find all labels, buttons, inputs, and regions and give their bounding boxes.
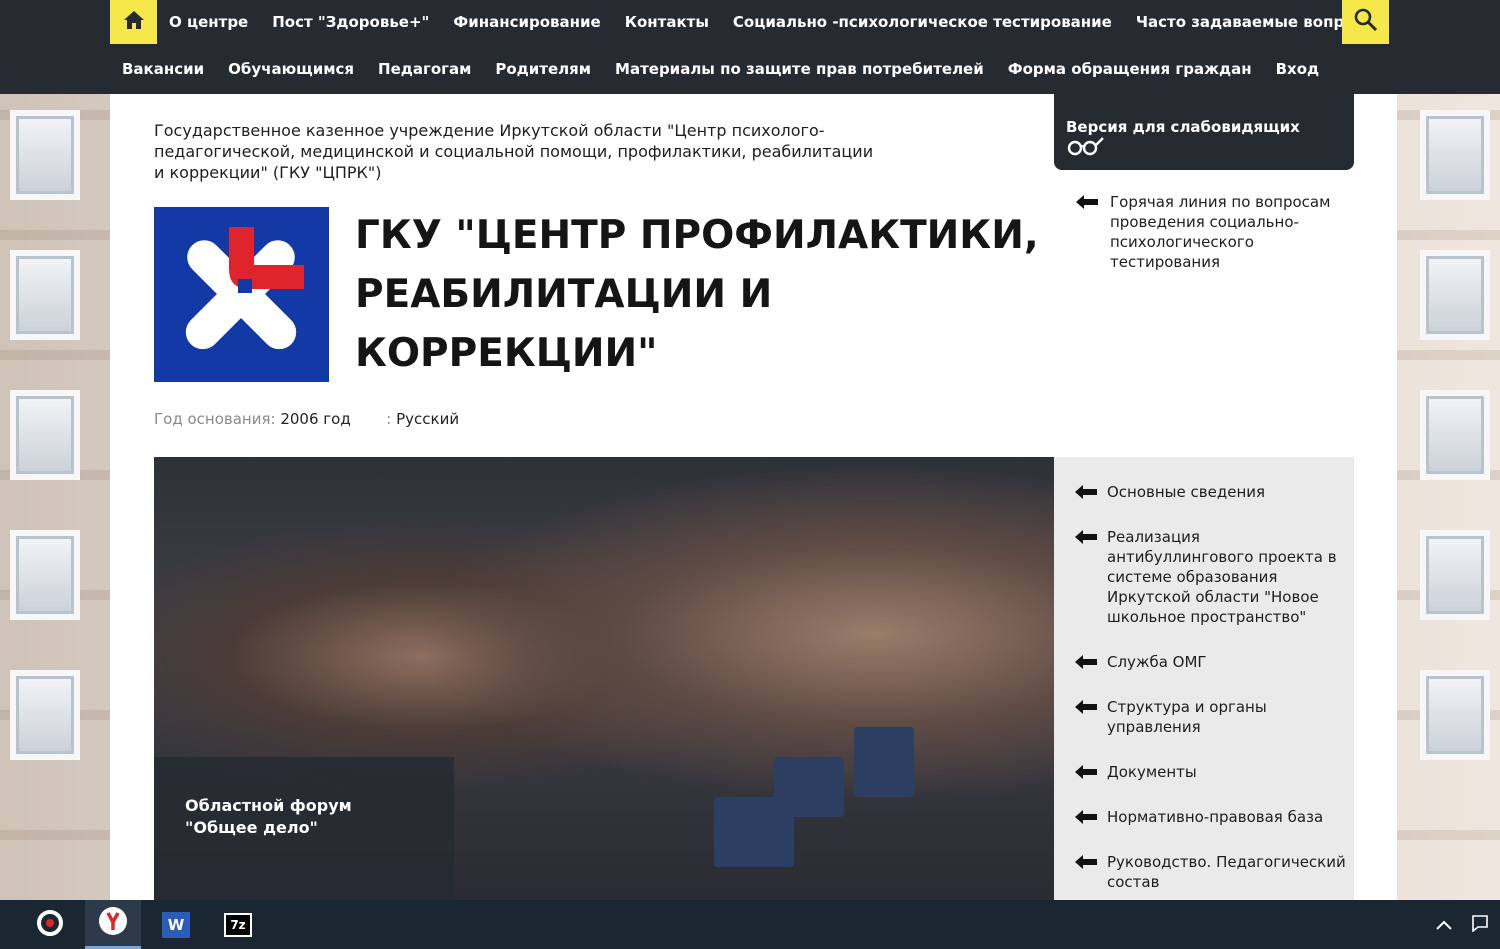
nav-item-contacts[interactable]: Контакты bbox=[613, 0, 721, 44]
founded-value: 2006 год bbox=[280, 410, 351, 428]
arrow-left-icon bbox=[1075, 527, 1099, 547]
search-icon bbox=[1354, 8, 1378, 36]
cortana-icon bbox=[36, 909, 64, 941]
word-icon: W bbox=[162, 911, 190, 938]
chevron-up-icon bbox=[1436, 915, 1452, 934]
side-menu-item-legal-base[interactable]: Нормативно-правовая база bbox=[1054, 807, 1354, 827]
nav-item-about[interactable]: О центре bbox=[157, 0, 260, 44]
side-menu-label: Служба ОМГ bbox=[1107, 653, 1207, 671]
nav-item-consumer-rights[interactable]: Материалы по защите прав потребителей bbox=[603, 47, 996, 91]
slider-caption[interactable]: Областной форум "Общее дело" bbox=[154, 757, 454, 900]
nav-item-citizen-appeal[interactable]: Форма обращения граждан bbox=[996, 47, 1264, 91]
side-menu-label: Нормативно-правовая база bbox=[1107, 808, 1324, 826]
show-hidden-icons-button[interactable] bbox=[1424, 900, 1464, 949]
news-slider-image[interactable]: Областной форум "Общее дело" bbox=[154, 457, 1054, 900]
hotline-text: Горячая линия по вопросам проведения соц… bbox=[1110, 193, 1331, 271]
nav-item-parents[interactable]: Родителям bbox=[483, 47, 603, 91]
word-button[interactable]: W bbox=[148, 900, 204, 949]
nav-row-primary: О центре Пост "Здоровье+" Финансирование… bbox=[110, 0, 1389, 44]
low-vision-label: Версия для слабовидящих bbox=[1066, 118, 1300, 136]
nav-item-students[interactable]: Обучающимся bbox=[216, 47, 366, 91]
side-menu-item-antibullying[interactable]: Реализация антибуллингового проекта в си… bbox=[1054, 527, 1354, 627]
7zip-button[interactable]: 7z bbox=[210, 900, 266, 949]
notifications-button[interactable] bbox=[1460, 900, 1500, 949]
nav-row-secondary: Вакансии Обучающимся Педагогам Родителям… bbox=[110, 47, 1331, 91]
glasses-icon bbox=[1066, 137, 1104, 160]
side-menu-label: Руководство. Педагогический состав bbox=[1107, 853, 1346, 891]
side-menu: Основные сведения Реализация антибуллинг… bbox=[1054, 457, 1354, 900]
notification-icon bbox=[1471, 914, 1489, 936]
side-menu-item-management[interactable]: Руководство. Педагогический состав bbox=[1054, 852, 1354, 892]
side-menu-label: Документы bbox=[1107, 763, 1197, 781]
side-menu-label: Структура и органы управления bbox=[1107, 698, 1267, 736]
arrow-left-icon bbox=[1075, 807, 1099, 827]
nav-item-testing[interactable]: Социально -психологическое тестирование bbox=[721, 0, 1124, 44]
side-menu-item-omg-service[interactable]: Служба ОМГ bbox=[1054, 652, 1354, 672]
side-menu-item-basic-info[interactable]: Основные сведения bbox=[1054, 482, 1354, 502]
yandex-browser-button[interactable] bbox=[85, 900, 141, 949]
top-navigation: О центре Пост "Здоровье+" Финансирование… bbox=[0, 0, 1500, 94]
org-full-name: Государственное казенное учреждение Ирку… bbox=[154, 121, 874, 182]
arrow-left-icon bbox=[1075, 852, 1099, 872]
cortana-button[interactable] bbox=[22, 900, 78, 949]
nav-item-vacancies[interactable]: Вакансии bbox=[110, 47, 216, 91]
org-logo[interactable] bbox=[154, 207, 329, 382]
side-menu-label: Реализация антибуллингового проекта в си… bbox=[1107, 528, 1337, 626]
windows-taskbar: W 7z bbox=[0, 900, 1500, 949]
low-vision-version-button[interactable]: Версия для слабовидящих bbox=[1054, 94, 1354, 170]
language-value[interactable]: Русский bbox=[396, 410, 459, 428]
side-menu-item-structure[interactable]: Структура и органы управления bbox=[1054, 697, 1354, 737]
nav-item-health-post[interactable]: Пост "Здоровье+" bbox=[260, 0, 441, 44]
home-icon bbox=[123, 10, 145, 34]
side-menu-label: Основные сведения bbox=[1107, 483, 1266, 501]
arrow-left-icon bbox=[1075, 762, 1099, 782]
search-button[interactable] bbox=[1342, 0, 1389, 44]
nav-item-teachers[interactable]: Педагогам bbox=[366, 47, 483, 91]
hotline-link[interactable]: Горячая линия по вопросам проведения соц… bbox=[1076, 192, 1346, 272]
arrow-left-icon bbox=[1076, 192, 1100, 212]
nav-item-finance[interactable]: Финансирование bbox=[441, 0, 612, 44]
yandex-browser-icon bbox=[98, 906, 128, 940]
arrow-left-icon bbox=[1075, 482, 1099, 502]
nav-item-login[interactable]: Вход bbox=[1264, 47, 1332, 91]
founded-label: Год основания: bbox=[154, 410, 276, 428]
7zip-icon: 7z bbox=[224, 912, 252, 937]
page-title: ГКУ "ЦЕНТР ПРОФИЛАКТИКИ, РЕАБИЛИТАЦИИ И … bbox=[355, 213, 1039, 376]
side-menu-item-documents[interactable]: Документы bbox=[1054, 762, 1354, 782]
org-meta: Год основания: 2006 год : Русский bbox=[154, 410, 459, 428]
main-panel: Государственное казенное учреждение Ирку… bbox=[110, 94, 1397, 900]
language-separator: : bbox=[386, 410, 392, 428]
arrow-left-icon bbox=[1075, 697, 1099, 717]
arrow-left-icon bbox=[1075, 652, 1099, 672]
home-button[interactable] bbox=[110, 0, 157, 44]
